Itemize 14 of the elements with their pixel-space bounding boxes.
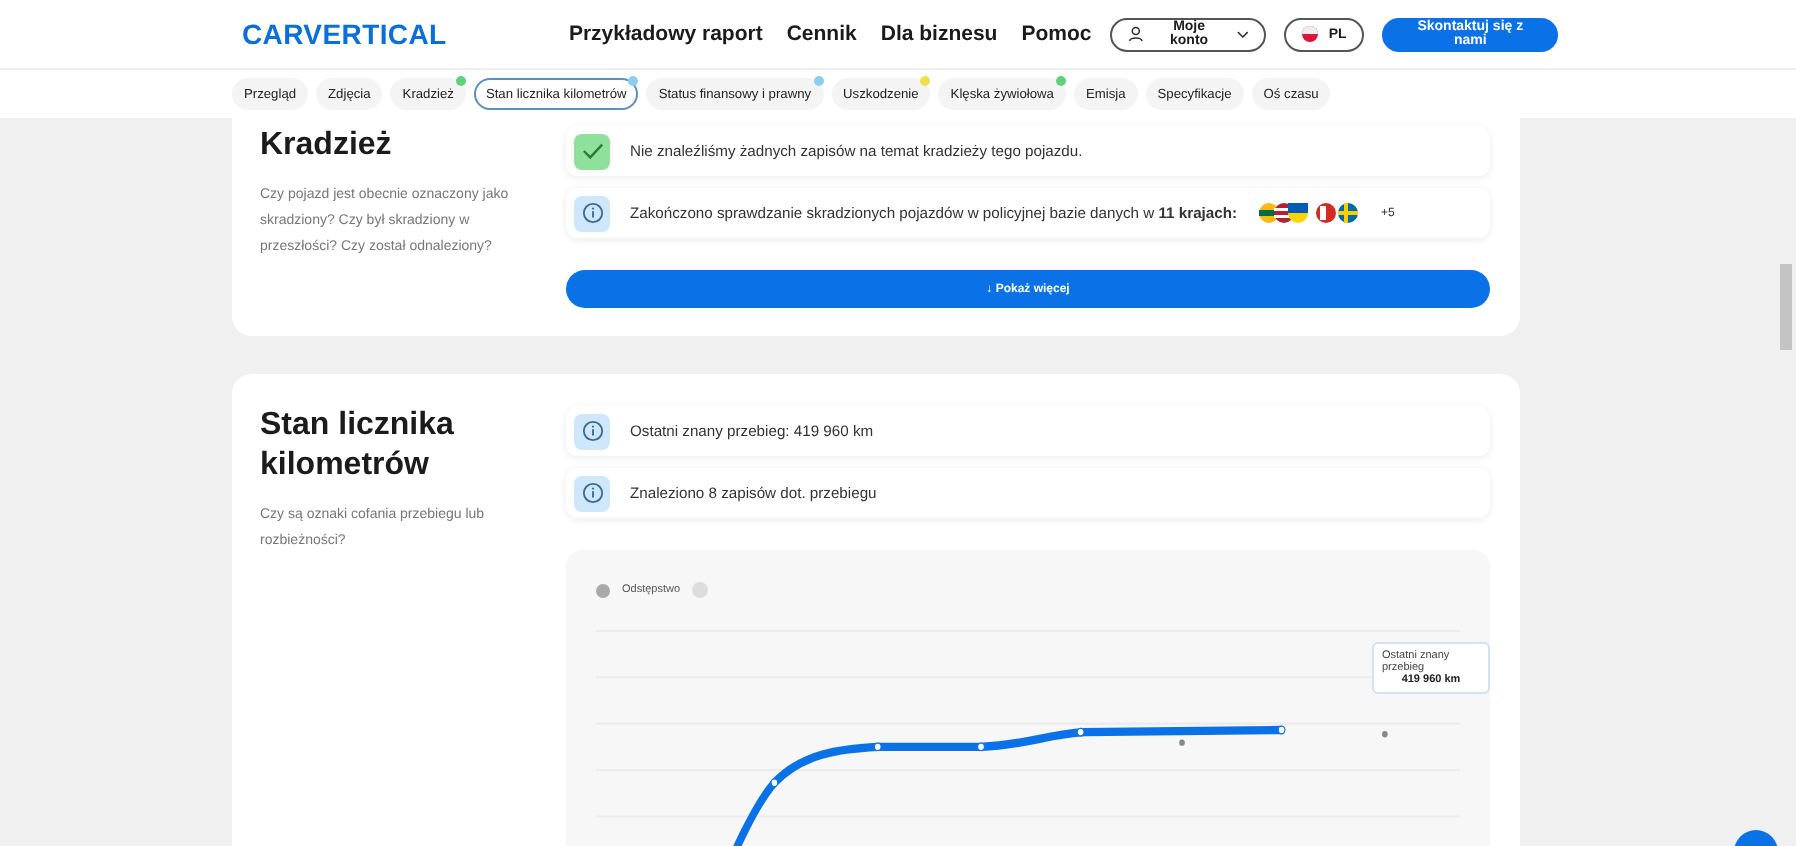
flag-icons bbox=[1257, 202, 1362, 224]
flag-icon bbox=[1302, 26, 1319, 42]
nav-link[interactable]: Cennik bbox=[786, 22, 857, 46]
nav-link[interactable]: Przykładowy raport bbox=[568, 22, 763, 46]
chevron-icon bbox=[1235, 29, 1249, 39]
section-title: Stan licznika kilometrów bbox=[260, 406, 456, 486]
scrollbar-thumb[interactable] bbox=[1780, 264, 1792, 350]
check-icon bbox=[581, 142, 603, 160]
nav-link[interactable]: Dla biznesu bbox=[880, 22, 998, 46]
section-title: Kradzież bbox=[260, 126, 394, 166]
user-icon bbox=[1127, 26, 1144, 42]
help-icon bbox=[692, 582, 709, 598]
nav-link[interactable]: Pomoc bbox=[1021, 22, 1092, 46]
logo[interactable]: CARVERTICAL bbox=[242, 18, 569, 50]
